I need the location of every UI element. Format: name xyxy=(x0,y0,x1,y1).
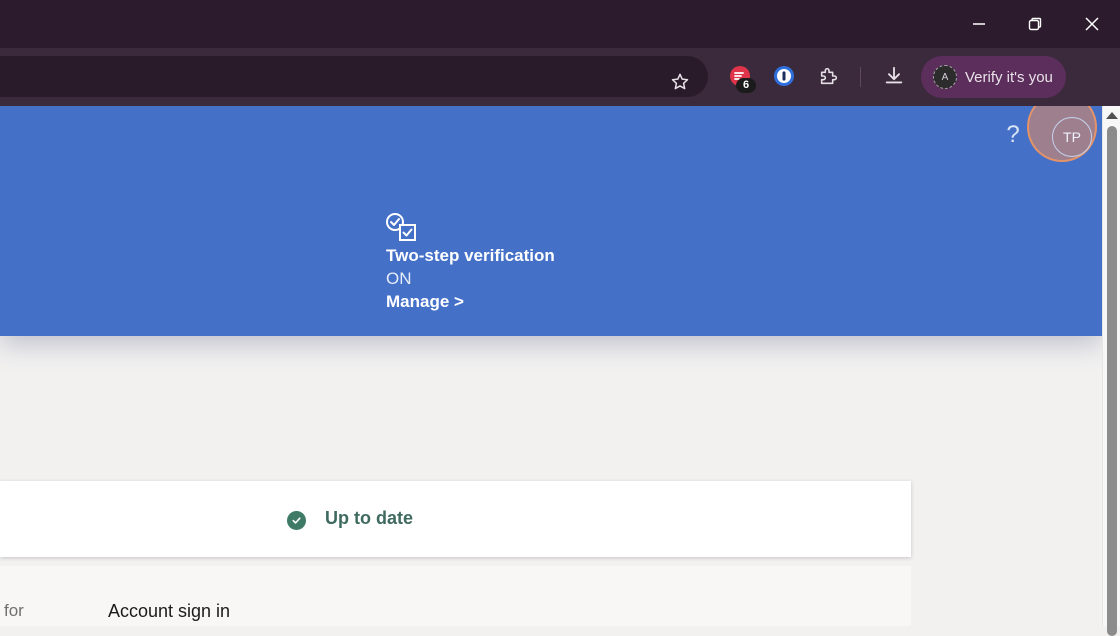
bookmark-star-icon[interactable] xyxy=(664,66,696,98)
scroll-thumb[interactable] xyxy=(1107,126,1117,636)
two-step-status: ON xyxy=(386,269,412,288)
toolbar-separator xyxy=(860,67,861,87)
truncated-label: for xyxy=(4,601,24,620)
verify-identity-button[interactable]: A Verify it's you xyxy=(921,56,1066,98)
status-label: Up to date xyxy=(325,508,413,528)
two-step-title: Two-step verification xyxy=(386,246,555,265)
page-viewport: ? TP Two-step verification ON Manage > U… xyxy=(0,106,1102,626)
restore-icon[interactable] xyxy=(1017,6,1053,42)
manage-two-step-link[interactable]: Manage > xyxy=(386,292,464,312)
help-icon[interactable]: ? xyxy=(1000,120,1026,150)
two-step-verification-icon xyxy=(386,213,416,241)
browser-titlebar xyxy=(0,0,1120,48)
address-bar[interactable] xyxy=(0,56,708,97)
minimize-icon[interactable] xyxy=(961,6,997,42)
verify-label: Verify it's you xyxy=(965,68,1053,86)
security-hero-banner: ? TP Two-step verification ON Manage > xyxy=(0,106,1102,336)
account-signin-heading: Account sign in xyxy=(108,601,231,621)
page-scrollbar[interactable] xyxy=(1102,106,1120,636)
user-avatar-button[interactable]: TP xyxy=(1052,117,1092,157)
account-signin-panel: for Account sign in xyxy=(0,566,911,626)
extensions-puzzle-icon[interactable] xyxy=(814,61,844,91)
check-icon xyxy=(287,511,306,530)
status-card: Up to date xyxy=(0,481,911,557)
password-manager-icon[interactable] xyxy=(769,61,799,91)
download-icon[interactable] xyxy=(879,61,909,91)
close-icon[interactable] xyxy=(1074,6,1110,42)
scroll-up-icon[interactable] xyxy=(1106,112,1118,119)
profile-avatar: A xyxy=(933,65,957,89)
extension-badge-count: 6 xyxy=(736,78,756,93)
